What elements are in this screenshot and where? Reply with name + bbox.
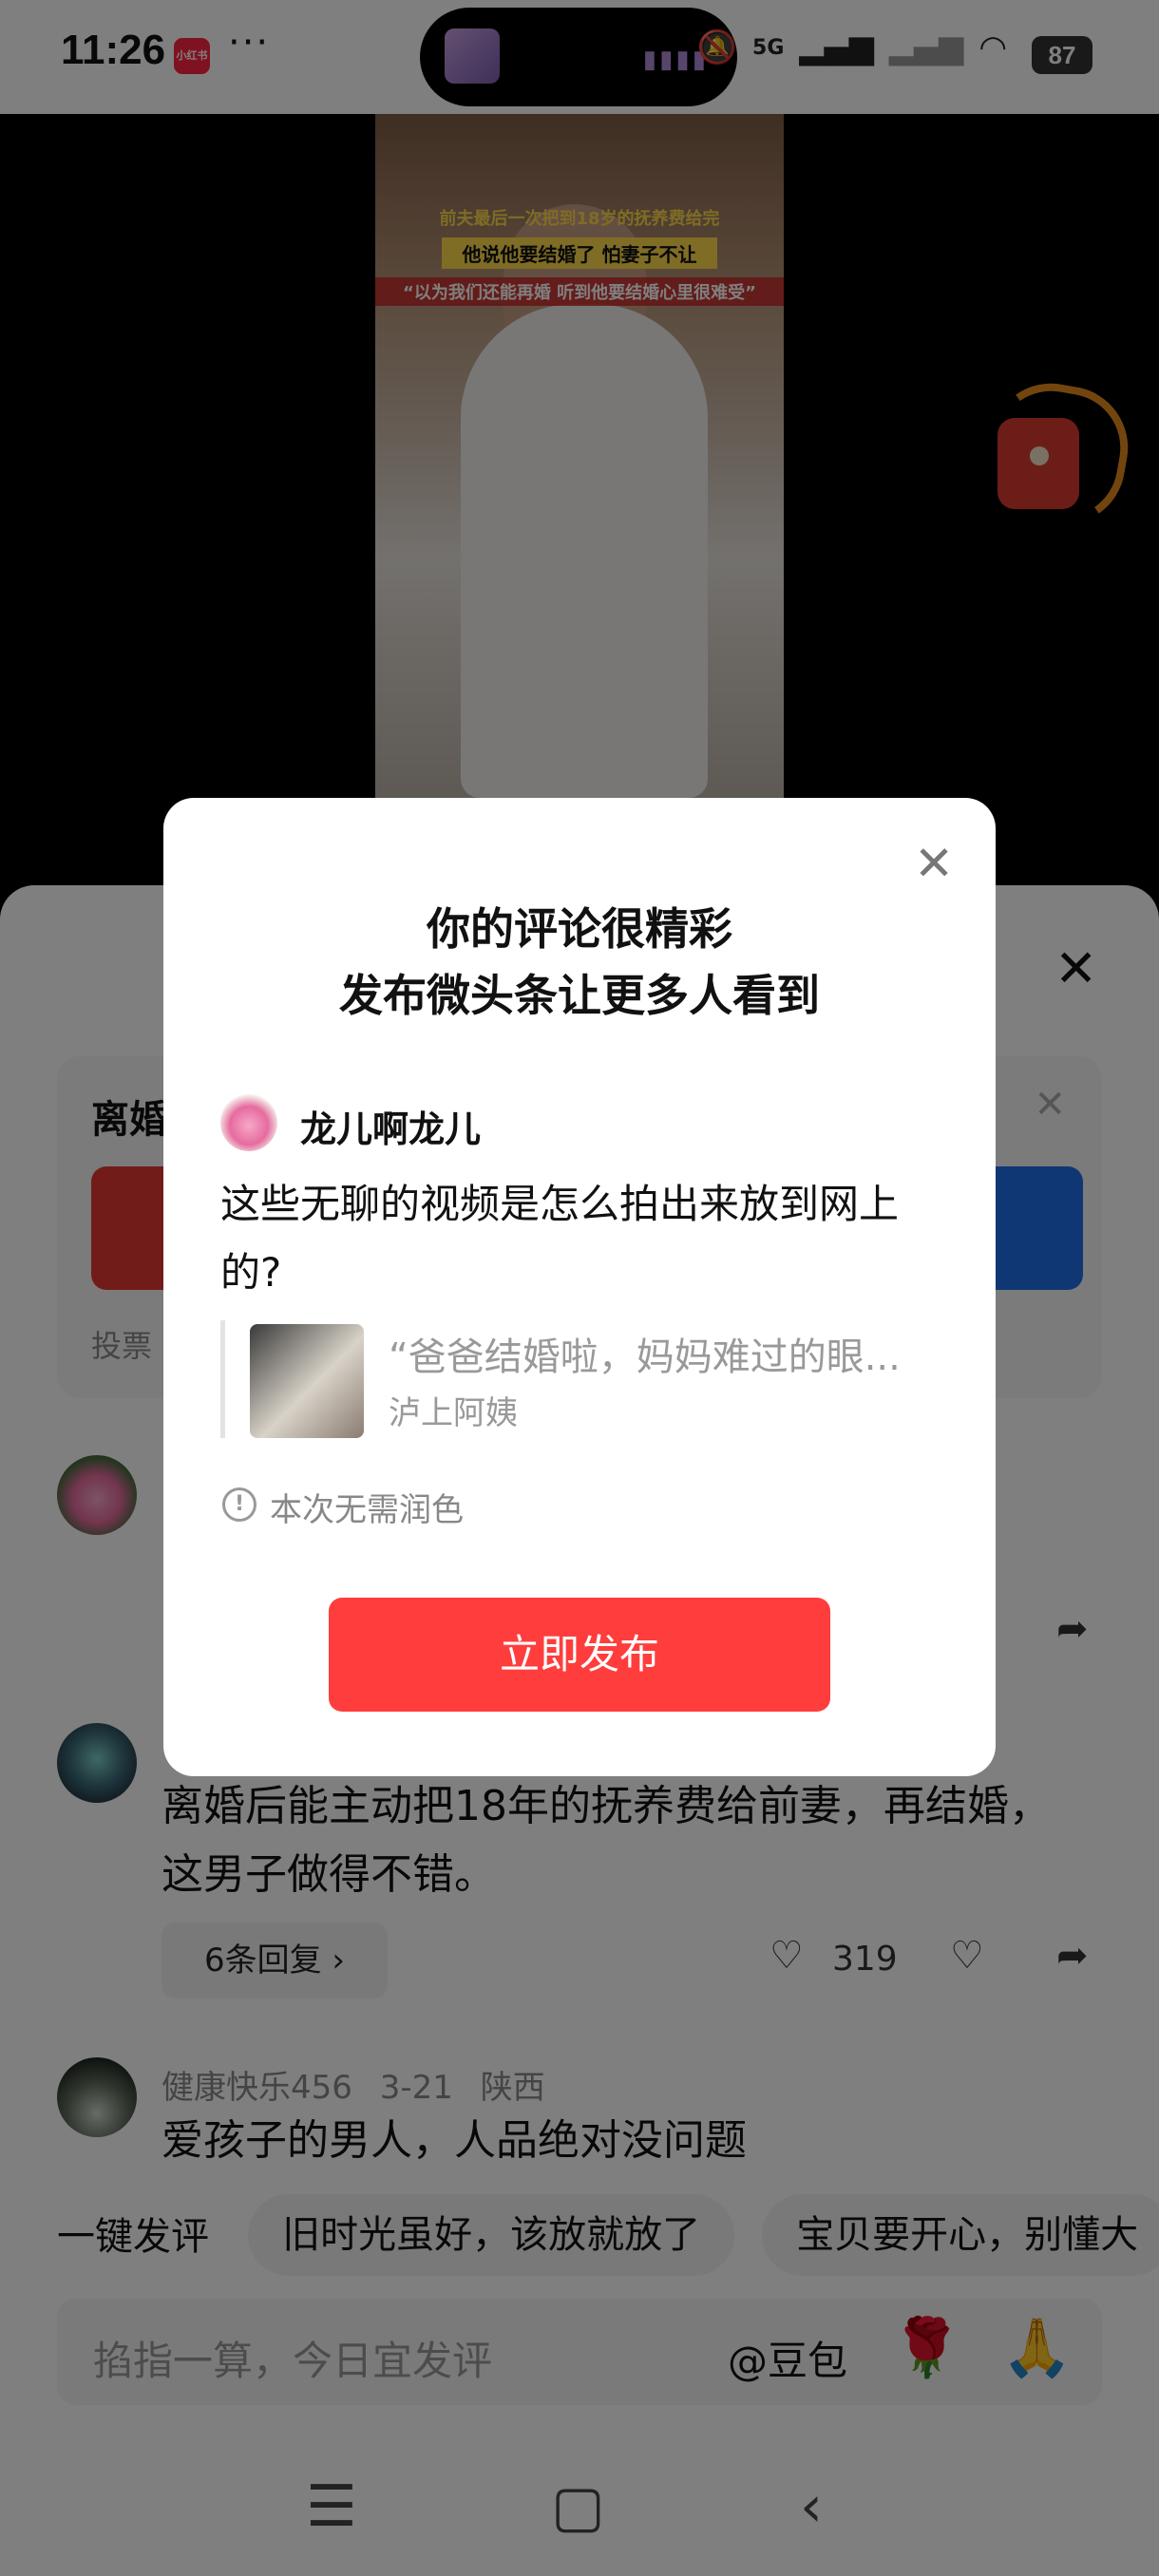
- info-icon: !: [222, 1487, 256, 1522]
- quoted-video: “爸爸结婚啦，妈妈难过的眼... 泸上阿姨: [220, 1320, 943, 1438]
- quoted-video-title: “爸爸结婚啦，妈妈难过的眼...: [389, 1335, 901, 1379]
- publish-modal: ✕ 你的评论很精彩 发布微头条让更多人看到 龙儿啊龙儿 这些无聊的视频是怎么拍出…: [163, 798, 996, 1776]
- modal-title-line2: 发布微头条让更多人看到: [339, 970, 820, 1021]
- close-icon[interactable]: ✕: [914, 836, 954, 891]
- modal-username: 龙儿啊龙儿: [300, 1108, 482, 1150]
- polish-tip: 本次无需润色: [270, 1491, 464, 1529]
- publish-now-button[interactable]: 立即发布: [329, 1598, 830, 1712]
- avatar: [220, 1094, 277, 1151]
- modal-title-line1: 你的评论很精彩: [427, 903, 732, 955]
- quoted-video-author: 泸上阿姨: [389, 1394, 518, 1432]
- modal-comment-text: 这些无聊的视频是怎么拍出来放到网上的?: [220, 1181, 900, 1296]
- quoted-video-thumbnail: [250, 1324, 364, 1438]
